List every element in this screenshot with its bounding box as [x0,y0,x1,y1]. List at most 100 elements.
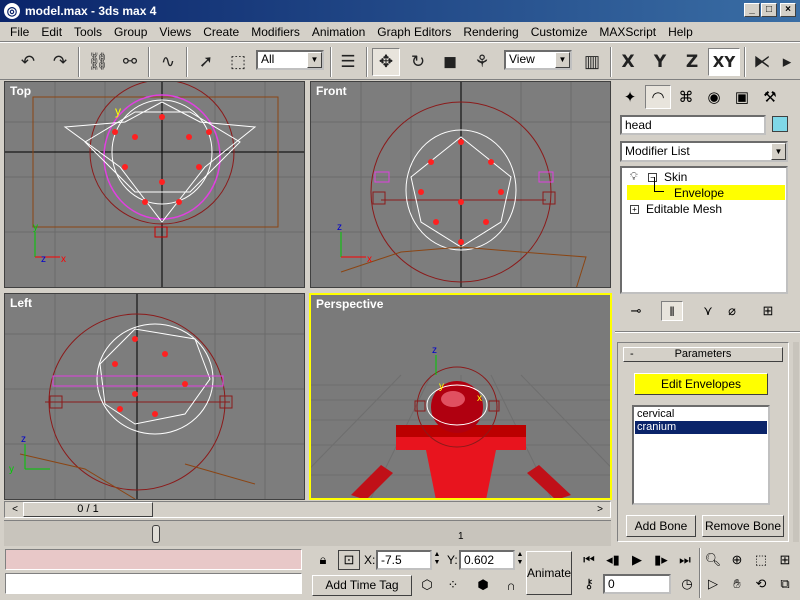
menu-group[interactable]: Group [108,25,153,39]
lightbulb-icon[interactable]: 💡︎ [630,171,638,184]
unlink-icon[interactable]: ⚯ [116,48,144,76]
motion-tab-icon[interactable]: ◉ [701,85,727,109]
maximize-button[interactable]: □ [761,3,777,17]
restrict-z-button[interactable]: Z [678,48,706,76]
create-tab-icon[interactable]: ✦ [617,85,643,109]
viewport-label-front[interactable]: Front [316,84,347,98]
x-spinner-icon[interactable]: ▲ ▼ [432,551,442,569]
go-to-start-icon[interactable]: ⏮︎ [578,550,600,570]
add-bone-button[interactable]: Add Bone [626,515,696,537]
add-time-tag-button[interactable]: Add Time Tag [312,575,412,596]
menu-maxscript[interactable]: MAXScript [593,25,662,39]
select-and-scale-icon[interactable]: ◼ [436,48,464,76]
zoom-icon[interactable]: 🔍︎ [702,550,724,570]
arc-rotate-icon[interactable]: ⟲ [750,574,772,594]
select-and-manipulate-icon[interactable]: ⚘ [468,48,496,76]
degradation-override-icon[interactable]: ⬢ [472,575,494,595]
time-slider-thumb[interactable]: 0 / 1 [23,502,153,517]
command-panel-scrollbar[interactable] [793,342,799,542]
select-and-link-icon[interactable]: ⛓ [84,48,112,76]
menu-rendering[interactable]: Rendering [457,25,524,39]
menu-animation[interactable]: Animation [306,25,371,39]
menu-file[interactable]: File [4,25,35,39]
select-object-icon[interactable]: ➚ [192,48,220,76]
selection-lock-toggle-icon[interactable]: ⬡ [416,575,438,595]
go-to-end-icon[interactable]: ⏭︎ [674,550,696,570]
track-bar[interactable]: 1 [4,520,611,546]
viewport-label-top[interactable]: Top [10,84,31,98]
play-icon[interactable]: ▶ [626,550,648,570]
title-bar[interactable]: ◎ model.max - 3ds max 4 _ □ × [0,0,800,22]
viewport-perspective[interactable]: z y x Perspective [309,293,612,500]
remove-bone-button[interactable]: Remove Bone [702,515,784,537]
undo-icon[interactable]: ↶ [14,48,42,76]
menu-views[interactable]: Views [153,25,197,39]
maxscript-listener-mini[interactable] [5,549,302,570]
menu-customize[interactable]: Customize [525,25,594,39]
modifier-list-dropdown[interactable]: Modifier List ▼ [620,141,788,162]
menu-modifiers[interactable]: Modifiers [245,25,306,39]
modify-tab-icon[interactable]: ◠ [645,85,671,109]
menu-tools[interactable]: Tools [68,25,108,39]
viewport-front[interactable]: zx Front [310,81,611,288]
pan-icon[interactable]: ✋︎ [726,574,748,594]
selection-filter-dropdown[interactable]: All ▼ [256,50,324,70]
bone-item-cranium[interactable]: cranium [635,421,767,434]
pin-stack-icon[interactable]: ⊸ [625,301,647,321]
minimize-button[interactable]: _ [744,3,760,17]
x-coordinate-field[interactable]: -7.5 [376,550,432,570]
align-icon[interactable]: ▸ [776,48,798,76]
zoom-all-icon[interactable]: ⊕ [726,550,748,570]
select-by-name-icon[interactable]: ☰ [334,48,362,76]
zoom-extents-icon[interactable]: ⬚ [750,550,772,570]
stack-item-editable-mesh[interactable]: Editable Mesh [646,202,722,216]
chevron-right-icon[interactable]: > [592,503,608,516]
pivot-center-icon[interactable]: ▥ [578,48,606,76]
restrict-y-button[interactable]: Y [646,48,674,76]
menu-edit[interactable]: Edit [35,25,68,39]
track-key-marker[interactable] [152,525,160,543]
viewport-left[interactable]: zy Left [4,293,305,500]
stack-item-skin[interactable]: Skin [664,170,687,184]
remove-modifier-icon[interactable]: ⌀ [721,301,743,321]
viewport-label-perspective[interactable]: Perspective [316,297,383,311]
menu-graph-editors[interactable]: Graph Editors [371,25,457,39]
expand-icon[interactable]: + [630,205,639,214]
select-and-rotate-icon[interactable]: ↻ [404,48,432,76]
bone-item-cervical[interactable]: cervical [635,408,767,421]
lock-selection-icon[interactable]: 🔒︎ [312,550,334,570]
utilities-tab-icon[interactable]: ⚒ [757,85,783,109]
restrict-xy-button[interactable]: XY [708,48,740,76]
prompt-line[interactable] [5,573,302,594]
object-color-swatch[interactable] [772,116,788,132]
field-of-view-icon[interactable]: ▷ [702,574,724,594]
time-slider[interactable]: < 0 / 1 > [4,501,611,518]
object-name-field[interactable]: head [620,115,766,135]
menu-help[interactable]: Help [662,25,699,39]
maximize-viewport-icon[interactable]: ⧉ [774,574,796,594]
redo-icon[interactable]: ↷ [46,48,74,76]
stack-item-envelope[interactable]: Envelope [674,186,724,200]
region-select-icon[interactable]: ⬚ [224,48,252,76]
display-tab-icon[interactable]: ▣ [729,85,755,109]
show-end-result-icon[interactable]: ‖ [661,301,683,321]
next-frame-icon[interactable]: ▮▸ [650,550,672,570]
reference-coordinate-dropdown[interactable]: View ▼ [504,50,572,70]
animate-button[interactable]: Animate [526,551,572,595]
bind-space-warp-icon[interactable]: ∿ [154,48,182,76]
mirror-icon[interactable]: ⧔ [748,48,776,76]
key-mode-icon[interactable]: ⚷ [578,574,600,594]
select-and-move-icon[interactable]: ✥ [372,48,400,76]
viewport-top[interactable]: y y z x Top [4,81,305,288]
make-unique-icon[interactable]: ⋎ [697,301,719,321]
hierarchy-tab-icon[interactable]: ⌘ [673,85,699,109]
rollout-header[interactable]: - Parameters [623,347,783,362]
y-coordinate-field[interactable]: 0.602 [459,550,515,570]
zoom-extents-all-icon[interactable]: ⊞ [774,550,796,570]
previous-frame-icon[interactable]: ◂▮ [602,550,624,570]
chevron-left-icon[interactable]: < [7,503,23,516]
close-button[interactable]: × [780,3,796,17]
viewport-label-left[interactable]: Left [10,296,32,310]
edit-envelopes-button[interactable]: Edit Envelopes [634,373,768,395]
snap-toggle-icon[interactable]: ∩ [500,575,522,595]
